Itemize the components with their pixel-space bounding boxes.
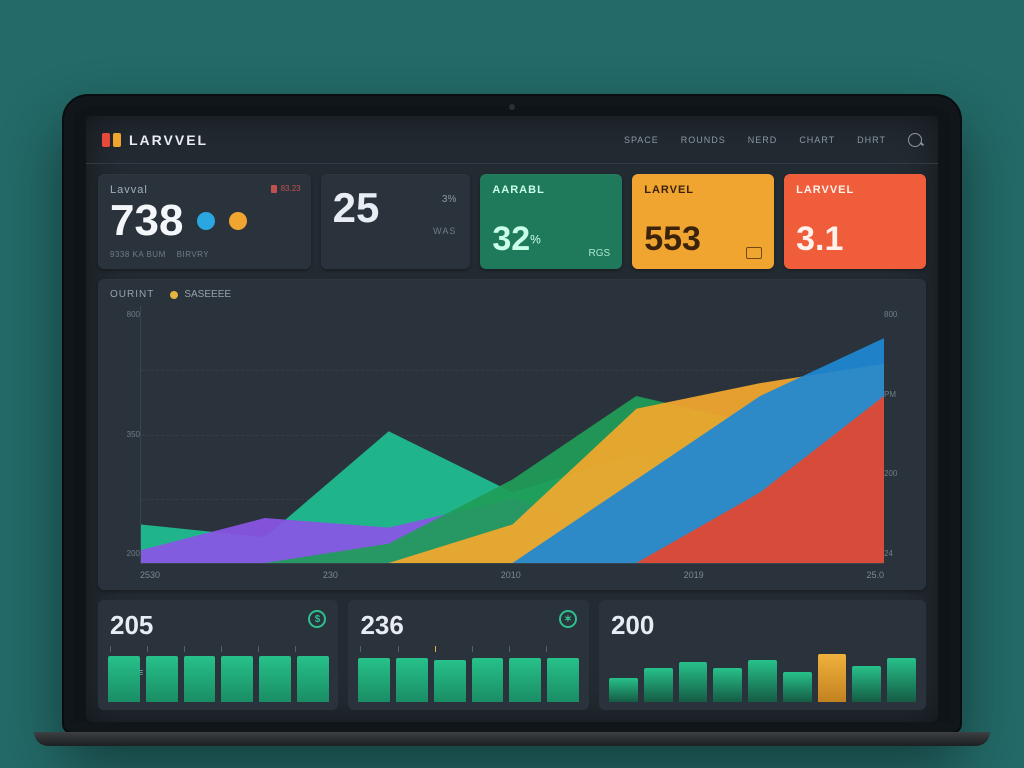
brand-mark-icon [102, 133, 121, 147]
tile-green-value: 32 [492, 220, 530, 258]
tile-amber-title: LARVEL [644, 184, 762, 196]
stat2-value: 25 [333, 184, 459, 232]
nav-item-1[interactable]: ROUNDS [681, 135, 726, 145]
camera-dot [509, 104, 515, 110]
stat2-unit: 3% [442, 194, 456, 205]
stat-card-2[interactable]: 25 3% WAS [321, 174, 471, 269]
area-svg [141, 306, 884, 563]
bottom-card-2[interactable]: 236 ✶ [348, 600, 588, 710]
bottom-row: 205 $ RASENE 236 ✶ 200 [86, 590, 938, 722]
stat1-foot1: 9338 KA BUM [110, 250, 166, 259]
dot-icon-amber [229, 212, 247, 230]
b1-value: 205 [110, 610, 326, 641]
dashboard-screen: LARVVEL SPACE ROUNDS NERD CHART DHRT 83.… [86, 116, 938, 722]
chart-legend: SASEEEE [170, 289, 231, 300]
header: LARVVEL SPACE ROUNDS NERD CHART DHRT [86, 116, 938, 164]
search-icon[interactable] [908, 133, 922, 147]
nav-item-0[interactable]: SPACE [624, 135, 659, 145]
shield-circle-icon: ✶ [559, 610, 577, 628]
b3-value: 200 [611, 610, 914, 641]
brand[interactable]: LARVVEL [102, 132, 208, 148]
dot-icon-blue [197, 212, 215, 230]
chart-body: 25302302010201925.0 [140, 306, 884, 580]
stat-card-1[interactable]: 83.23 Lavval 738 9338 KA BUM BIRVRY [98, 174, 311, 269]
stats-row: 83.23 Lavval 738 9338 KA BUM BIRVRY 25 3… [86, 164, 938, 269]
tile-green-title: AARABL [492, 184, 610, 196]
b3-bars [609, 652, 916, 702]
tile-green[interactable]: AARABL 32% RGS [480, 174, 622, 269]
tile-orange[interactable]: LARVVEL 3.1 [784, 174, 926, 269]
bottom-card-1[interactable]: 205 $ RASENE [98, 600, 338, 710]
top-nav: SPACE ROUNDS NERD CHART DHRT [624, 133, 922, 147]
b2-value: 236 [360, 610, 576, 641]
alert-badge: 83.23 [271, 184, 301, 193]
legend-dot-icon [170, 291, 178, 299]
chart-wrap: 800350200 25302302010201925.0 800PM20024 [110, 306, 914, 580]
chart-plot[interactable] [140, 306, 884, 564]
bottom-card-3[interactable]: 200 [599, 600, 926, 710]
brand-name: LARVVEL [129, 132, 208, 148]
tile-green-corner: RGS [589, 248, 611, 259]
nav-item-2[interactable]: NERD [748, 135, 778, 145]
chart-title: OURINT [110, 289, 154, 300]
legend-label: SASEEEE [184, 289, 231, 300]
laptop-frame: LARVVEL SPACE ROUNDS NERD CHART DHRT 83.… [62, 94, 962, 734]
stat2-unit2: WAS [433, 226, 456, 236]
tile-orange-value: 3.1 [796, 220, 914, 259]
card-icon [746, 247, 762, 259]
stat1-value: 738 [110, 196, 183, 246]
tile-green-unit: % [530, 233, 541, 247]
b1-bars [108, 652, 328, 702]
tile-amber[interactable]: LARVEL 553 [632, 174, 774, 269]
b2-bars [358, 652, 578, 702]
y-axis-right: 800PM20024 [884, 306, 914, 580]
area-chart-card: OURINT SASEEEE 800350200 253023020102019… [98, 279, 926, 590]
y-axis-left: 800350200 [110, 306, 140, 580]
stat1-foot2: BIRVRY [177, 250, 210, 259]
x-axis: 25302302010201925.0 [140, 564, 884, 580]
tile-amber-value: 553 [644, 220, 762, 259]
tile-orange-title: LARVVEL [796, 184, 914, 196]
nav-item-4[interactable]: DHRT [857, 135, 886, 145]
nav-item-3[interactable]: CHART [799, 135, 835, 145]
